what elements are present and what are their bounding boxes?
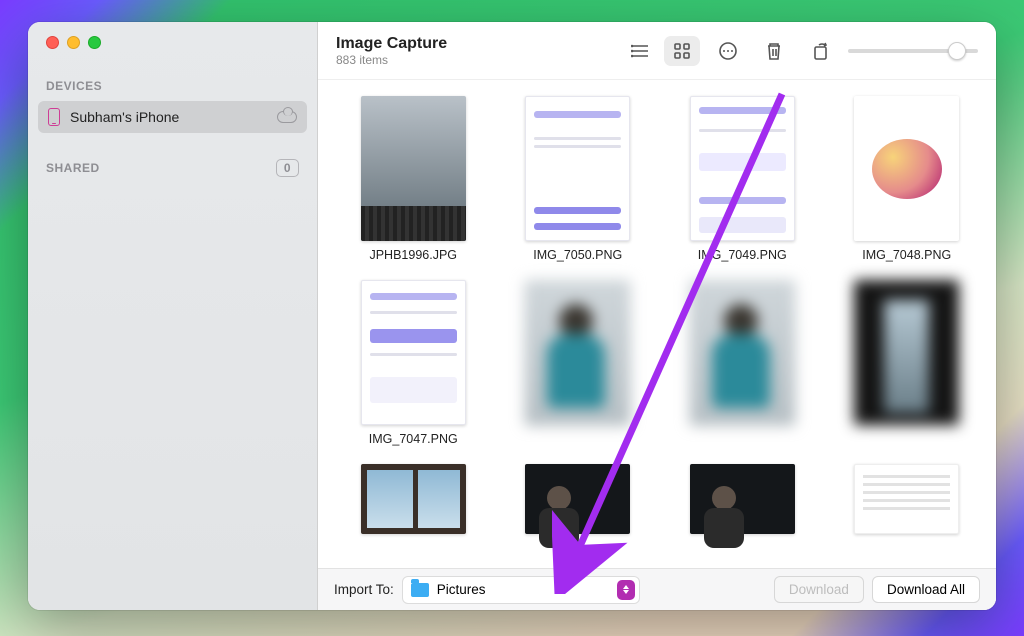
import-destination-picker[interactable]: Pictures — [402, 576, 640, 604]
thumbnail-image — [361, 464, 466, 534]
thumbnail-image — [854, 464, 959, 534]
minimize-button[interactable] — [67, 36, 80, 49]
list-view-button[interactable] — [622, 36, 658, 66]
close-button[interactable] — [46, 36, 59, 49]
view-segmented-control — [622, 36, 700, 66]
zoom-slider[interactable] — [848, 49, 978, 53]
device-name: Subham's iPhone — [70, 109, 179, 125]
desktop-wallpaper: DEVICES Subham's iPhone SHARED 0 Image C… — [0, 0, 1024, 636]
app-title: Image Capture — [336, 35, 447, 53]
zoom-button[interactable] — [88, 36, 101, 49]
thumbnail-item[interactable] — [511, 464, 646, 534]
main-pane: Image Capture 883 items — [318, 22, 996, 610]
app-window: DEVICES Subham's iPhone SHARED 0 Image C… — [28, 22, 996, 610]
thumbnail-item[interactable]: JPHB1996.JPG — [346, 96, 481, 262]
thumbnail-item[interactable] — [346, 464, 481, 534]
thumbnail-image — [854, 96, 959, 241]
thumbnail-item[interactable]: IMG_7050.PNG — [511, 96, 646, 262]
file-name: IMG_7050.PNG — [533, 248, 622, 262]
sidebar-section-devices: DEVICES — [28, 49, 317, 101]
iphone-icon — [48, 108, 60, 126]
thumbnail-image — [690, 464, 795, 534]
toolbar: Image Capture 883 items — [318, 22, 996, 80]
rotate-icon — [810, 41, 830, 61]
delete-button[interactable] — [756, 36, 792, 66]
thumbnail-item[interactable] — [840, 464, 975, 534]
thumbnail-image — [525, 96, 630, 241]
cloud-icon — [277, 111, 297, 123]
file-name: IMG_7049.PNG — [698, 248, 787, 262]
thumbnail-grid[interactable]: JPHB1996.JPG IMG_7050.PNG IMG_7049.PNG — [318, 80, 996, 568]
file-name: IMG_7047.PNG — [369, 432, 458, 446]
file-name: JPHB1996.JPG — [369, 248, 457, 262]
thumbnail-image — [525, 464, 630, 534]
footer-bar: Import To: Pictures Download Download Al… — [318, 568, 996, 610]
thumbnail-image — [690, 96, 795, 241]
thumbnail-item[interactable] — [511, 280, 646, 446]
list-icon — [631, 44, 649, 58]
thumbnail-item[interactable]: IMG_7048.PNG — [840, 96, 975, 262]
thumbnail-item[interactable]: IMG_7047.PNG — [346, 280, 481, 446]
sidebar-item-device[interactable]: Subham's iPhone — [38, 101, 307, 133]
import-to-label: Import To: — [334, 582, 394, 597]
import-destination-value: Pictures — [437, 582, 486, 597]
sidebar: DEVICES Subham's iPhone SHARED 0 — [28, 22, 318, 610]
thumbnail-item[interactable] — [675, 280, 810, 446]
file-name: IMG_7048.PNG — [862, 248, 951, 262]
download-button[interactable]: Download — [774, 576, 864, 603]
more-button[interactable] — [710, 36, 746, 66]
trash-icon — [765, 41, 783, 61]
grid-icon — [674, 43, 690, 59]
shared-count-badge: 0 — [276, 159, 299, 177]
thumbnail-image — [854, 280, 959, 425]
thumbnail-item[interactable] — [840, 280, 975, 446]
folder-icon — [411, 583, 429, 597]
sidebar-section-shared: SHARED — [46, 161, 100, 175]
grid-view-button[interactable] — [664, 36, 700, 66]
thumbnail-image — [361, 96, 466, 241]
title-block: Image Capture 883 items — [336, 35, 447, 67]
thumbnail-item[interactable]: IMG_7049.PNG — [675, 96, 810, 262]
thumbnail-image — [690, 280, 795, 425]
window-controls — [28, 36, 317, 49]
ellipsis-circle-icon — [718, 41, 738, 61]
rotate-button[interactable] — [802, 36, 838, 66]
thumbnail-image — [525, 280, 630, 425]
download-all-button[interactable]: Download All — [872, 576, 980, 603]
stepper-icon — [617, 580, 635, 600]
thumbnail-item[interactable] — [675, 464, 810, 534]
thumbnail-image — [361, 280, 466, 425]
item-count: 883 items — [336, 53, 447, 67]
